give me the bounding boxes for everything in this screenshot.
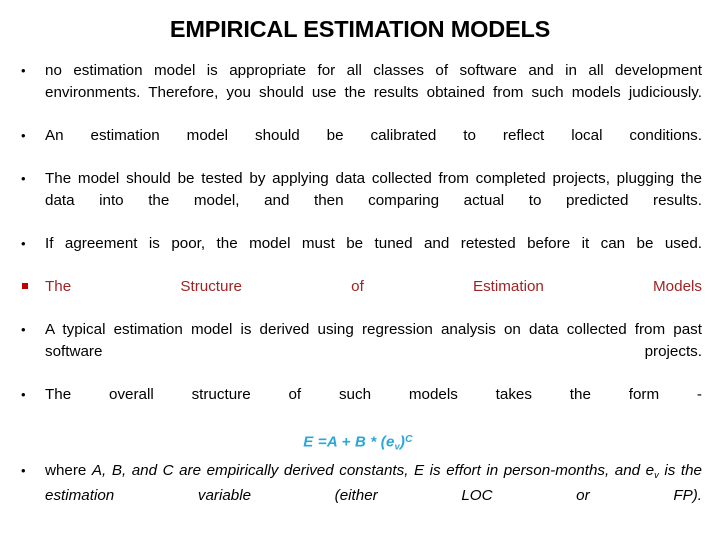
closing-italic-1: A, B, and C are empirically derived cons… — [91, 461, 655, 479]
list-item-text: The overall structure of such models tak… — [45, 385, 702, 403]
bullet-dot-icon — [21, 125, 35, 147]
bullet-dot-icon — [21, 233, 35, 255]
list-item-text: A typical estimation model is derived us… — [45, 321, 702, 360]
bullet-dot-icon — [21, 460, 35, 482]
list-item: A typical estimation model is derived us… — [14, 319, 702, 384]
list-item-section-heading: The Structure of Estimation Models — [14, 276, 702, 319]
list-item: If agreement is poor, the model must be … — [14, 233, 702, 276]
slide-body: no estimation model is appropriate for a… — [14, 60, 702, 528]
bullet-square-icon — [21, 276, 35, 298]
formula-lead: E =A + B * (e — [303, 433, 395, 451]
slide-root: EMPIRICAL ESTIMATION MODELS no estimatio… — [0, 0, 720, 540]
list-item: The model should be tested by applying d… — [14, 168, 702, 233]
list-item: An estimation model should be calibrated… — [14, 125, 702, 168]
section-heading-text: The Structure of Estimation Models — [45, 277, 702, 295]
formula-superscript: C — [405, 434, 413, 446]
estimation-formula: E =A + B * (ev)C — [14, 428, 702, 459]
closing-bullet-list: where A, B, and C are empirically derive… — [14, 460, 702, 529]
bullet-list: no estimation model is appropriate for a… — [14, 60, 702, 427]
list-item-text: no estimation model is appropriate for a… — [45, 62, 702, 101]
closing-upright-prefix: where — [45, 461, 92, 479]
bullet-dot-icon — [21, 319, 35, 341]
list-item-closing: where A, B, and C are empirically derive… — [14, 460, 702, 529]
list-item-text: The model should be tested by applying d… — [45, 169, 702, 209]
list-item: no estimation model is appropriate for a… — [14, 60, 702, 125]
page-title: EMPIRICAL ESTIMATION MODELS — [169, 16, 551, 42]
list-item: The overall structure of such models tak… — [14, 384, 702, 427]
bullet-dot-icon — [21, 384, 35, 406]
bullet-dot-icon — [21, 60, 35, 82]
list-item-text: An estimation model should be calibrated… — [45, 126, 702, 144]
closing-text: where A, B, and C are empirically derive… — [45, 462, 702, 526]
list-item-text: If agreement is poor, the model must be … — [45, 234, 702, 252]
bullet-dot-icon — [21, 168, 35, 190]
